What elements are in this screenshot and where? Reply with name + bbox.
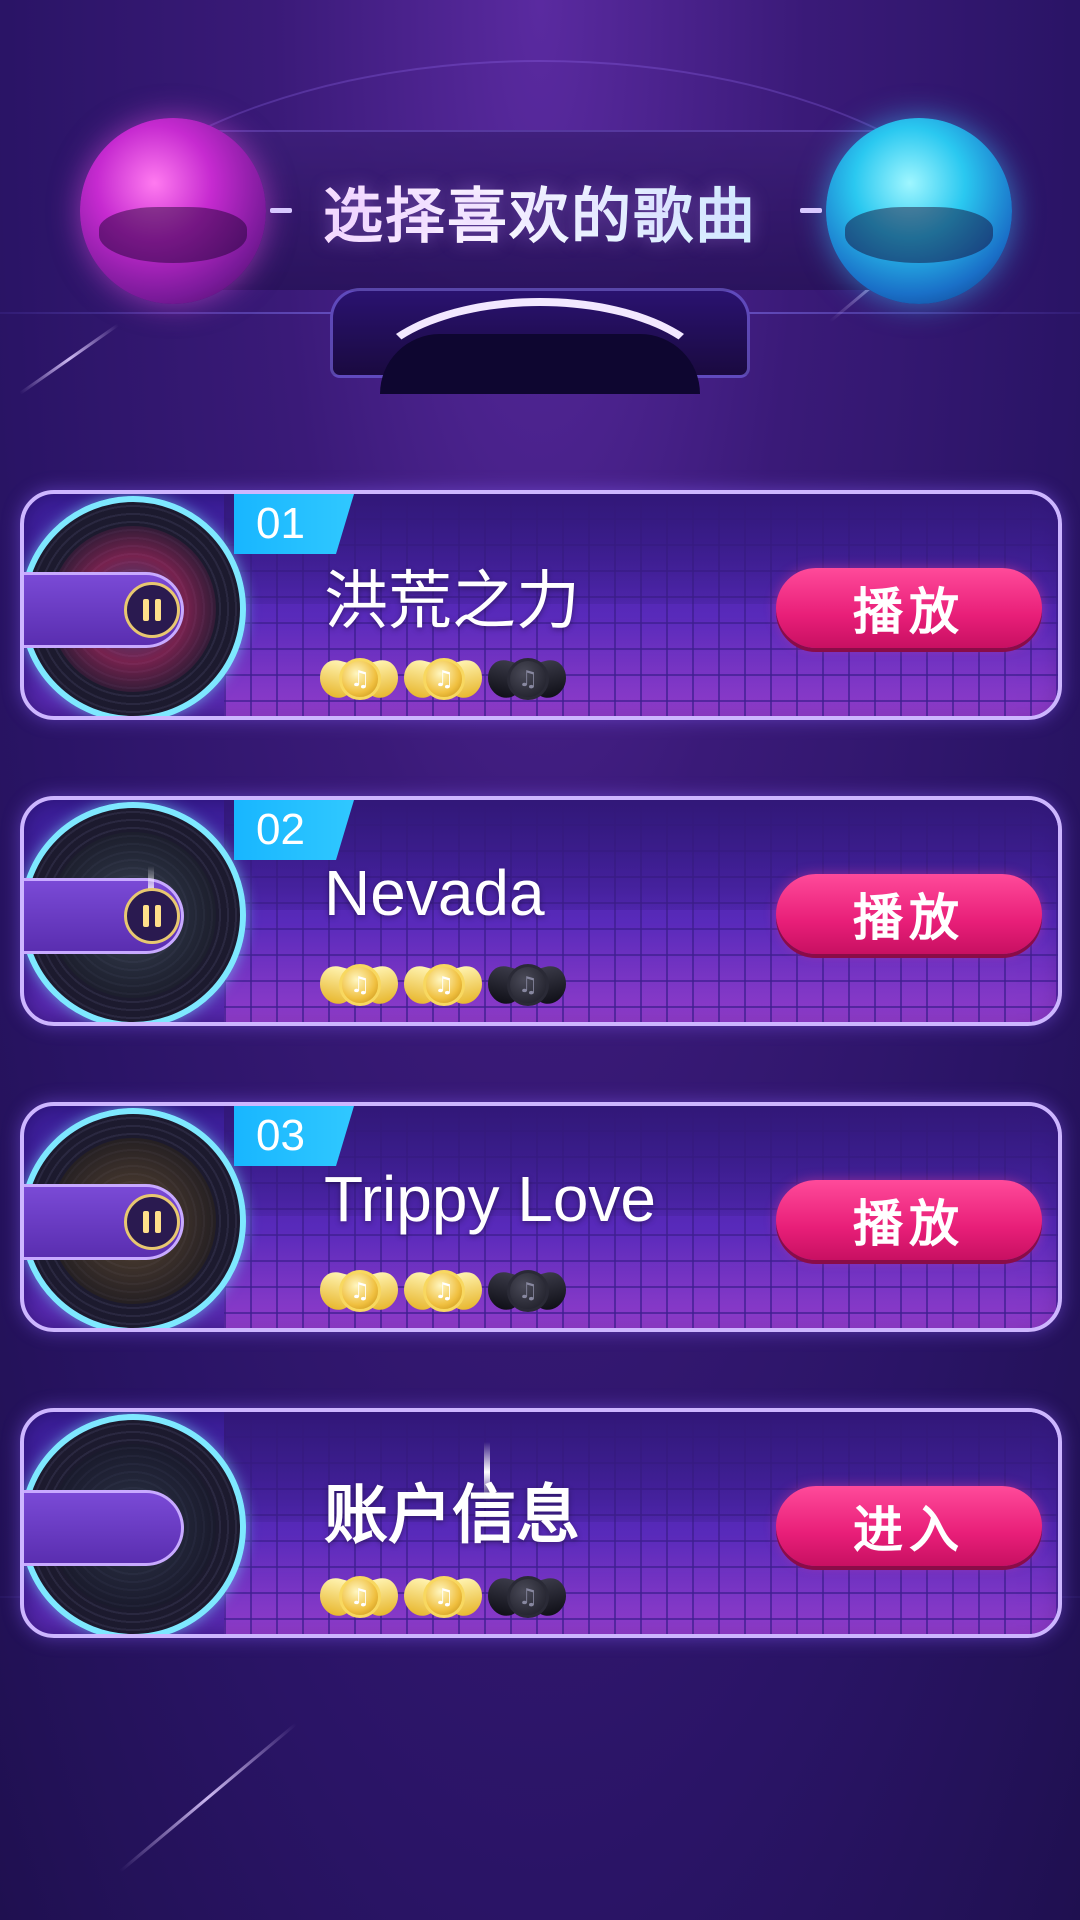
song-number-badge: 02 (234, 800, 354, 860)
song-title: 洪荒之力 (324, 565, 580, 637)
medal-row: ♫ ♫ ♫ (320, 1264, 566, 1320)
play-button[interactable]: 播放 (776, 568, 1042, 648)
locked-medal-icon: ♫ (488, 652, 566, 708)
song-number-badge: 03 (234, 1106, 354, 1166)
song-card-2[interactable]: 02 Nevada ♫ ♫ ♫ 播放 (20, 796, 1062, 1026)
pause-button[interactable] (124, 582, 180, 638)
page-title: 选择喜欢的歌曲 (0, 168, 1080, 255)
song-card-3[interactable]: 03 Trippy Love ♫ ♫ ♫ 播放 (20, 1102, 1062, 1332)
song-title: Nevada (324, 857, 545, 929)
pause-button[interactable] (124, 1194, 180, 1250)
medal-row: ♫ ♫ ♫ (320, 1570, 566, 1626)
gold-medal-icon: ♫ (404, 1570, 482, 1626)
pause-icon (143, 905, 149, 927)
medal-row: ♫ ♫ ♫ (320, 652, 566, 708)
gold-medal-icon: ♫ (404, 1264, 482, 1320)
locked-medal-icon: ♫ (488, 1264, 566, 1320)
gold-medal-icon: ♫ (320, 652, 398, 708)
account-card[interactable]: 账户信息 ♫ ♫ ♫ 进入 (20, 1408, 1062, 1638)
song-title: Trippy Love (324, 1163, 656, 1235)
song-number-badge: 01 (234, 494, 354, 554)
medal-row: ♫ ♫ ♫ (320, 958, 566, 1014)
locked-medal-icon: ♫ (488, 958, 566, 1014)
song-card-1[interactable]: 01 洪荒之力 ♫ ♫ ♫ 播放 (20, 490, 1062, 720)
enter-button[interactable]: 进入 (776, 1486, 1042, 1566)
gold-medal-icon: ♫ (320, 1264, 398, 1320)
account-title: 账户信息 (324, 1479, 580, 1551)
gold-medal-icon: ♫ (320, 958, 398, 1014)
pause-icon (143, 599, 149, 621)
header-notch-hollow (380, 334, 700, 394)
gold-medal-icon: ♫ (404, 958, 482, 1014)
play-button[interactable]: 播放 (776, 874, 1042, 954)
play-button[interactable]: 播放 (776, 1180, 1042, 1260)
pause-button[interactable] (124, 888, 180, 944)
locked-medal-icon: ♫ (488, 1570, 566, 1626)
gold-medal-icon: ♫ (404, 652, 482, 708)
pause-icon (143, 1211, 149, 1233)
light-streak (119, 1722, 298, 1873)
disc-tab (24, 1490, 184, 1566)
gold-medal-icon: ♫ (320, 1570, 398, 1626)
